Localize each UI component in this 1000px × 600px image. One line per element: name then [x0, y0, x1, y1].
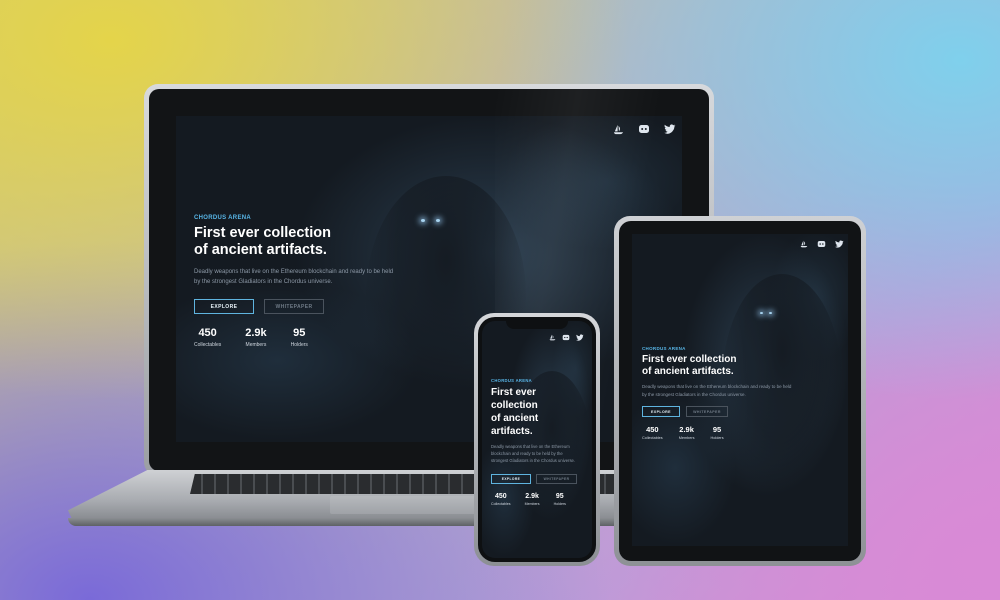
hero-kicker: CHORDUS ARENA	[642, 346, 686, 351]
opensea-icon[interactable]	[613, 124, 624, 135]
hero-kicker: CHORDUS ARENA	[491, 378, 532, 383]
hero: CHORDUS ARENA First ever collection of a…	[194, 215, 424, 348]
whitepaper-button[interactable]: WHITEPAPER	[686, 406, 728, 417]
twitter-icon[interactable]	[664, 124, 676, 135]
stat-value: 95	[712, 425, 722, 434]
phone-screen: CHORDUS ARENA First ever collection of a…	[482, 321, 592, 558]
laptop-screen: CHORDUS ARENA First ever collection of a…	[176, 116, 682, 442]
stat-label: Holders	[290, 342, 308, 348]
whitepaper-button[interactable]: WHITEPAPER	[536, 473, 577, 484]
stat-members: 2.9k Members	[525, 493, 540, 506]
figure-eye	[769, 312, 772, 314]
twitter-icon[interactable]	[835, 240, 844, 248]
stat-value: 2.9k	[679, 425, 694, 434]
hero: CHORDUS ARENA First ever collection of a…	[642, 346, 822, 440]
stat-value: 2.9k	[245, 327, 267, 339]
explore-button[interactable]: EXPLORE	[642, 406, 680, 417]
stat-value: 95	[293, 327, 306, 339]
stat-label: Collectables	[642, 436, 663, 440]
stats: 450 Collectables 2.9k Members 95 Holders	[491, 493, 587, 506]
stat-label: Collectables	[491, 501, 511, 506]
hero-buttons: EXPLORE WHITEPAPER	[491, 473, 587, 484]
stat-collectables: 450 Collectables	[194, 327, 221, 348]
twitter-icon[interactable]	[576, 334, 584, 341]
stat-holders: 95 Holders	[554, 493, 566, 506]
explore-button[interactable]: EXPLORE	[194, 299, 254, 314]
stats: 450 Collectables 2.9k Members 95 Holders	[642, 425, 822, 440]
hero: CHORDUS ARENA First ever collection of a…	[491, 378, 587, 506]
discord-icon[interactable]	[638, 124, 650, 135]
hero-title: First ever collection of ancient artifac…	[491, 386, 587, 438]
hero-kicker: CHORDUS ARENA	[194, 215, 252, 221]
explore-button[interactable]: EXPLORE	[491, 473, 531, 484]
social-links	[549, 334, 584, 341]
social-links	[613, 124, 676, 135]
hero-title-line: First ever	[491, 387, 537, 398]
hero-title-line: of ancient artifacts.	[194, 242, 327, 258]
hero-description: Deadly weapons that live on the Ethereum…	[642, 384, 792, 397]
hero-title-line: First ever collection	[642, 354, 737, 365]
opensea-icon[interactable]	[800, 240, 808, 248]
stat-members: 2.9k Members	[679, 425, 695, 440]
whitepaper-button[interactable]: WHITEPAPER	[264, 299, 324, 314]
stat-label: Members	[678, 436, 695, 440]
hero-description: Deadly weapons that live on the Ethereum…	[491, 444, 576, 464]
stats: 450 Collectables 2.9k Members 95 Holders	[194, 327, 424, 348]
figure-eye	[760, 312, 763, 314]
hero-buttons: EXPLORE WHITEPAPER	[194, 299, 424, 314]
stat-value: 450	[198, 327, 217, 339]
social-links	[800, 240, 844, 248]
stat-value: 450	[646, 425, 659, 434]
stat-value: 95	[555, 492, 564, 500]
stat-label: Holders	[553, 501, 566, 506]
hero-buttons: EXPLORE WHITEPAPER	[642, 406, 822, 417]
figure-eye	[436, 219, 440, 222]
stat-holders: 95 Holders	[711, 425, 724, 440]
stat-holders: 95 Holders	[291, 327, 308, 348]
opensea-icon[interactable]	[549, 334, 556, 341]
phone-notch	[506, 320, 568, 329]
hero-title-line: artifacts.	[491, 426, 533, 437]
hero-title-line: of ancient	[491, 413, 539, 424]
stat-members: 2.9k Members	[245, 327, 266, 348]
hero-title: First ever collection of ancient artifac…	[642, 354, 822, 378]
stat-label: Members	[245, 342, 267, 348]
discord-icon[interactable]	[562, 334, 570, 341]
hero-title-line: collection	[491, 400, 538, 411]
discord-icon[interactable]	[817, 240, 826, 248]
hero-title-line: First ever collection	[194, 225, 331, 241]
stat-collectables: 450 Collectables	[491, 493, 511, 506]
stat-value: 450	[494, 492, 507, 500]
stat-value: 2.9k	[525, 492, 539, 500]
stat-label: Members	[524, 501, 540, 506]
hero-description: Deadly weapons that live on the Ethereum…	[194, 269, 394, 285]
hero-title-line: of ancient artifacts.	[642, 366, 734, 377]
stat-collectables: 450 Collectables	[642, 425, 663, 440]
stat-label: Collectables	[194, 342, 222, 348]
stat-label: Holders	[710, 436, 724, 440]
tablet-screen: CHORDUS ARENA First ever collection of a…	[632, 234, 848, 546]
hero-title: First ever collection of ancient artifac…	[194, 225, 424, 259]
